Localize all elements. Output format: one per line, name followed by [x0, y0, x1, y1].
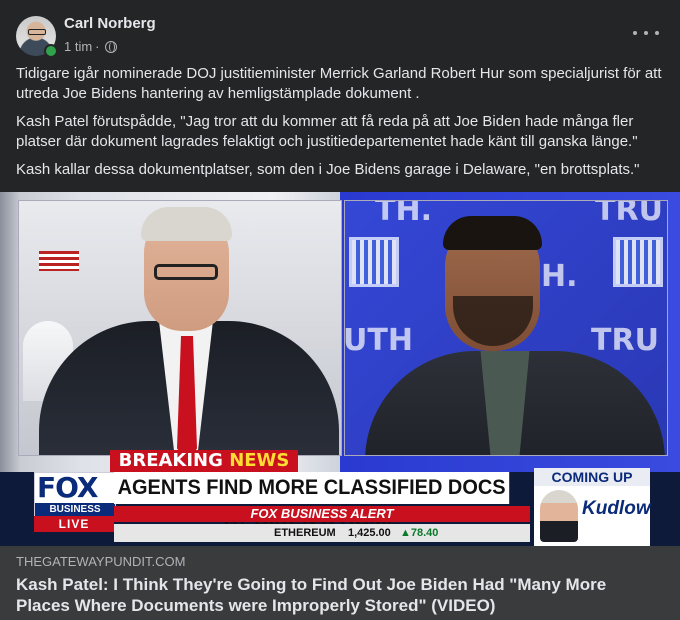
qr-code-graphic — [349, 237, 399, 287]
ticker-name: ETHEREUM — [274, 527, 336, 539]
backdrop-word: TRU — [591, 323, 659, 358]
post-text: Tidigare igår nominerade DOJ justitiemin… — [16, 64, 666, 188]
post-paragraph: Tidigare igår nominerade DOJ justitiemin… — [16, 65, 662, 102]
meta-separator: · — [95, 39, 100, 54]
right-video-panel: TH. H. UTH TRU TRU — [344, 200, 668, 456]
anchor-hair — [141, 207, 232, 241]
link-title[interactable]: Kash Patel: I Think They're Going to Fin… — [16, 574, 656, 616]
post-paragraph: Kash Patel förutspådde, "Jag tror att du… — [16, 113, 638, 150]
qr-code-graphic — [613, 237, 663, 287]
tv-lower-third: BREAKING NEWS FOX BUSINESS LIVE AGENTS F… — [18, 444, 666, 546]
backdrop-word: UTH — [344, 323, 413, 358]
post-paragraph: Kash kallar dessa dokumentplatser, som d… — [16, 161, 640, 178]
online-status-dot — [44, 44, 58, 58]
left-video-panel — [18, 200, 342, 456]
backdrop-word: H. — [541, 259, 578, 294]
ticker-value: 1,425.00 — [347, 527, 391, 539]
stock-ticker: ETHEREUM 1,425.00 ▲78.40 — [114, 524, 530, 542]
coming-up-label: COMING UP — [534, 468, 650, 486]
more-dot — [644, 31, 648, 35]
more-dot — [633, 31, 637, 35]
tv-headline: AGENTS FIND MORE CLASSIFIED DOCS AT BIDE… — [114, 472, 510, 531]
network-logo-text: FOX — [37, 471, 99, 504]
more-dot — [655, 31, 659, 35]
globe-icon[interactable] — [104, 40, 117, 53]
news-label: NEWS — [229, 450, 290, 471]
backdrop-word: TRU — [595, 200, 663, 228]
more-options-icon[interactable] — [633, 26, 659, 40]
avatar-glasses — [28, 29, 46, 35]
link-domain: THEGATEWAYPUNDIT.COM — [16, 554, 186, 569]
post-header: Carl Norberg 1 tim · — [0, 0, 680, 60]
network-logo: FOX BUSINESS — [34, 472, 116, 518]
breaking-label: BREAKING — [118, 450, 223, 471]
network-logo-sub: BUSINESS — [35, 503, 115, 517]
coming-up-show: Kudlow — [582, 498, 651, 519]
post-time[interactable]: 1 tim — [64, 39, 92, 54]
post-meta: 1 tim · — [64, 39, 117, 54]
link-preview-image[interactable]: TH. H. UTH TRU TRU BREAKING NEWS FOX BUS… — [0, 192, 680, 546]
link-preview-card[interactable]: THEGATEWAYPUNDIT.COM Kash Patel: I Think… — [0, 546, 680, 620]
coming-up-photo — [540, 490, 578, 542]
alert-bar: FOX BUSINESS ALERT — [114, 506, 530, 522]
breaking-news-banner: BREAKING NEWS — [110, 450, 298, 472]
live-badge: LIVE — [34, 516, 114, 532]
author-name[interactable]: Carl Norberg — [64, 15, 156, 32]
flag-decoration — [39, 251, 79, 271]
guest-hair — [443, 216, 542, 250]
anchor-glasses — [154, 264, 218, 280]
ticker-change: ▲78.40 — [399, 527, 439, 539]
backdrop-word: TH. — [375, 200, 432, 228]
coming-up-box: COMING UP Kudlow — [534, 468, 651, 546]
